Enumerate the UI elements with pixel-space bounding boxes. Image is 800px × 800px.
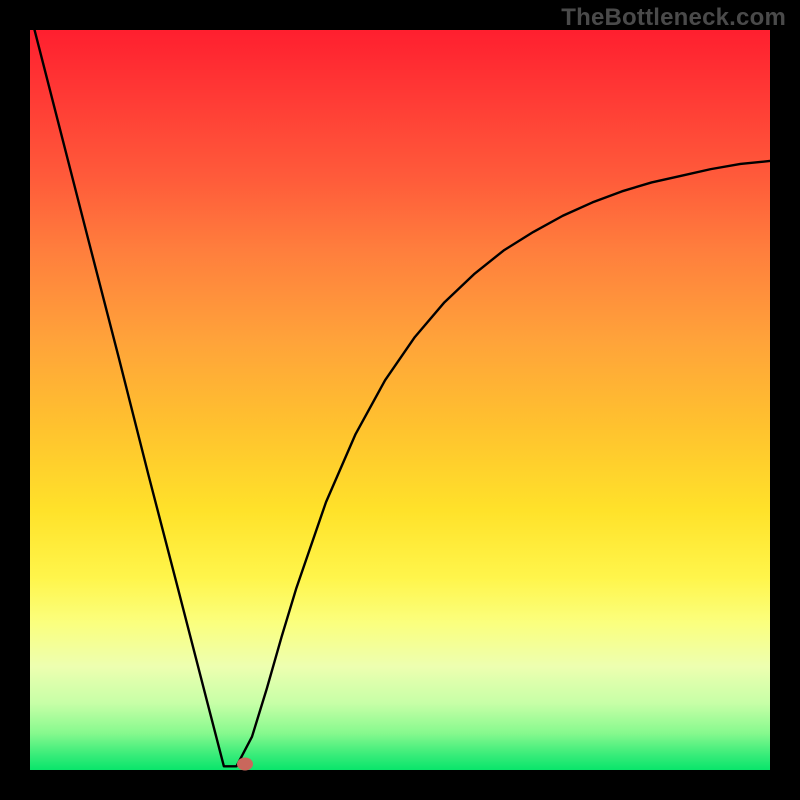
optimum-marker bbox=[237, 758, 253, 771]
bottleneck-curve bbox=[30, 30, 770, 770]
plot-area bbox=[30, 30, 770, 770]
chart-frame: TheBottleneck.com bbox=[0, 0, 800, 800]
watermark-text: TheBottleneck.com bbox=[561, 4, 786, 32]
